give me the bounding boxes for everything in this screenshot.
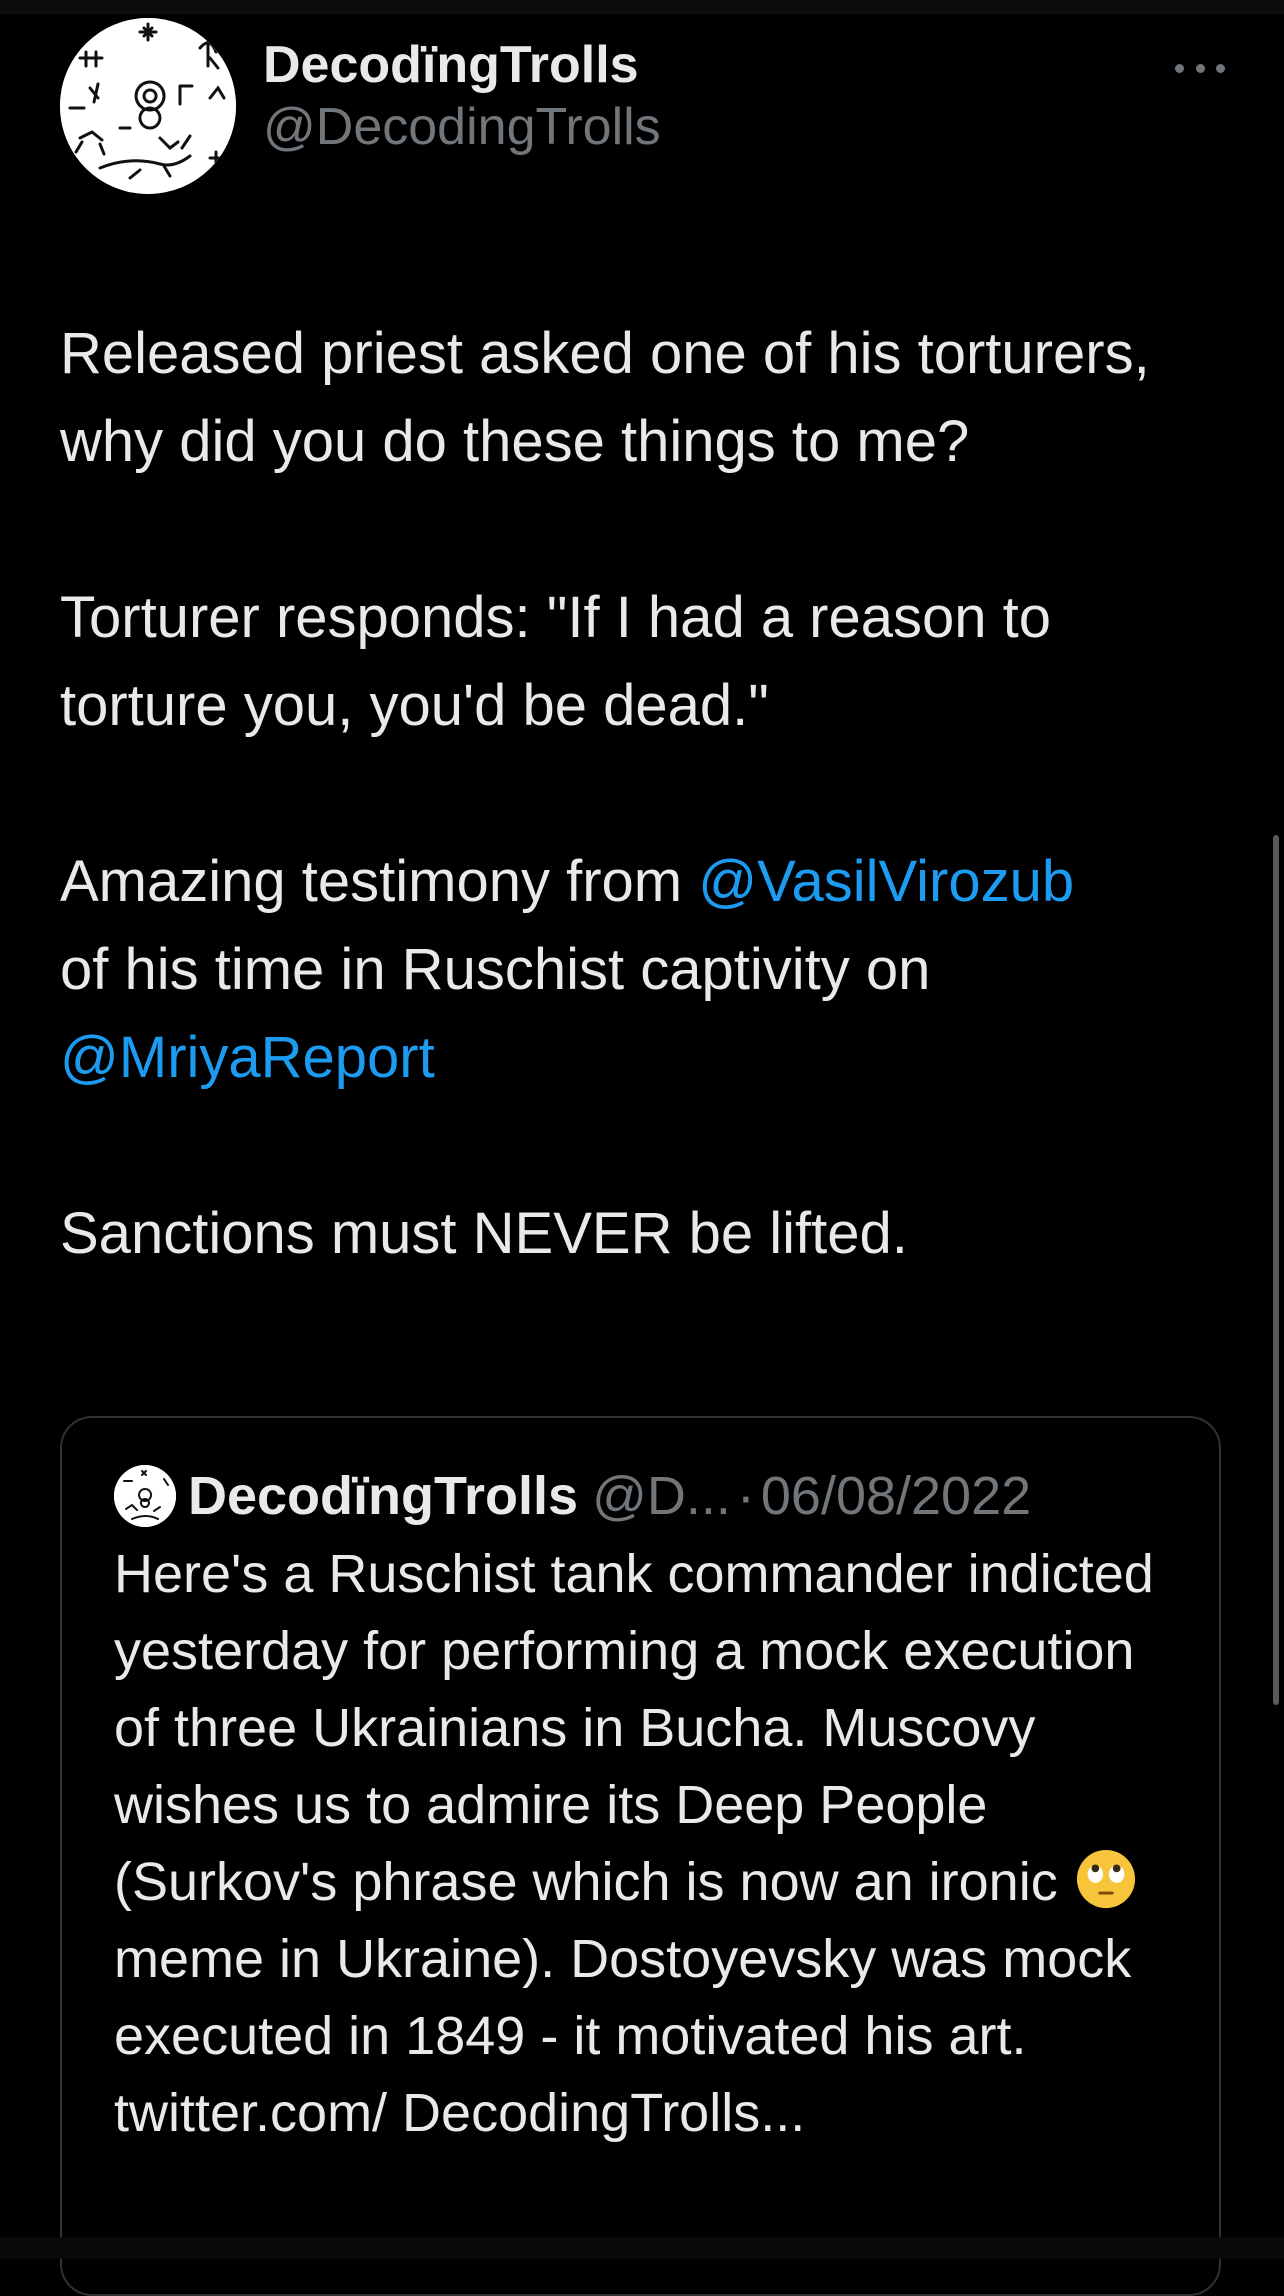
tweet-text: Released priest asked one of his torture… (60, 310, 1210, 1278)
scrollbar[interactable] (1273, 835, 1279, 1705)
paragraph-3-text-middle: of his time in Ruschist captivity on (60, 937, 931, 1002)
quoted-separator: · (736, 1466, 755, 1526)
dot (1216, 63, 1225, 73)
tweet-paragraph-2: Torturer responds: "If I had a reason to… (60, 585, 1052, 738)
author-handle[interactable]: @DecodingTrolls (263, 96, 661, 158)
author-display-name[interactable]: DecodïngTrolls (263, 34, 661, 96)
petroglyph-avatar-icon (60, 18, 236, 194)
petroglyph-avatar-icon (114, 1465, 176, 1527)
status-strip (0, 0, 1284, 14)
tweet-paragraph-3: Amazing testimony from @VasilVirozub of … (60, 838, 1210, 1102)
quoted-date: 06/08/2022 (760, 1466, 1032, 1526)
more-options-icon[interactable] (1175, 58, 1225, 78)
tweet-header: DecodïngTrolls @DecodingTrolls (60, 18, 1225, 198)
quoted-text-end: meme in Ukraine). Dostoyevsky was mock e… (114, 1929, 1132, 2143)
eye-roll-emoji (1076, 1849, 1135, 1909)
tweet-paragraph-4: Sanctions must NEVER be lifted. (60, 1201, 908, 1266)
paragraph-3-text-start: Amazing testimony from (60, 849, 699, 914)
quoted-tweet-content: DecodïngTrolls @D... · 06/08/2022 Here's… (114, 1458, 1194, 2152)
quoted-tweet-card[interactable]: DecodïngTrolls @D... · 06/08/2022 Here's… (60, 1416, 1221, 2296)
quoted-tweet-header: DecodïngTrolls @D... · 06/08/2022 (114, 1458, 1194, 1534)
bottom-strip (0, 2237, 1284, 2259)
dot (1175, 63, 1184, 73)
tweet-paragraph-1: Released priest asked one of his torture… (60, 321, 1150, 474)
tweet[interactable]: DecodïngTrolls @DecodingTrolls Released … (60, 18, 1225, 2296)
author-names: DecodïngTrolls @DecodingTrolls (263, 34, 661, 158)
dot (1195, 63, 1205, 73)
quoted-author-handle: @D... (592, 1466, 731, 1526)
mention-link-mriyareport[interactable]: @MriyaReport (60, 1025, 435, 1090)
quoted-author-avatar (114, 1465, 176, 1527)
quoted-author-display-name: DecodïngTrolls (188, 1466, 579, 1526)
quoted-tweet-text: Here's a Ruschist tank commander indicte… (114, 1536, 1194, 2152)
author-avatar[interactable] (60, 18, 236, 194)
quoted-text-start: Here's a Ruschist tank commander indicte… (114, 1544, 1154, 1912)
mention-link-vasilvirozub[interactable]: @VasilVirozub (698, 849, 1074, 914)
